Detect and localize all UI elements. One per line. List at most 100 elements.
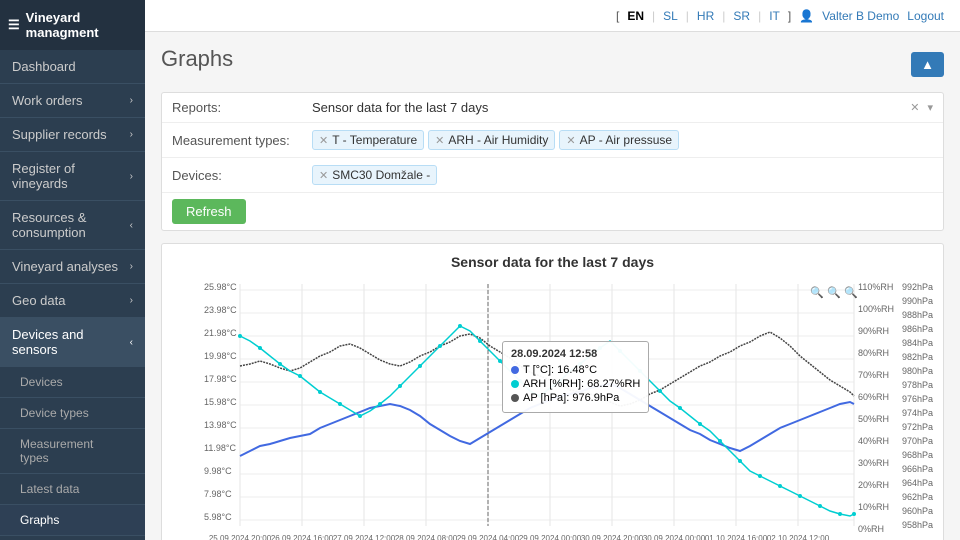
lang-bracket-close: ] [788, 9, 791, 23]
svg-text:9.98°C: 9.98°C [204, 466, 232, 476]
svg-text:29.09.2024 04:00: 29.09.2024 04:00 [457, 534, 520, 540]
sidebar-item-label: Vineyard analyses [12, 259, 118, 274]
svg-text:11.98°C: 11.98°C [204, 443, 236, 453]
svg-text:15.98°C: 15.98°C [204, 397, 237, 407]
sidebar-subitem-device-types[interactable]: Device types [0, 398, 145, 429]
devices-row: Devices: ✕ SMC30 Domžale - [162, 158, 943, 193]
lang-hr[interactable]: HR [697, 9, 714, 23]
y-axis-left: 25.98°C 23.98°C 21.98°C 19.98°C 17.98°C … [204, 282, 237, 522]
measurement-field: ✕ T - Temperature ✕ ARH - Air Humidity ✕… [312, 130, 933, 150]
reports-label: Reports: [172, 100, 312, 115]
tag-remove-icon[interactable]: ✕ [566, 134, 575, 147]
lang-en[interactable]: EN [627, 9, 644, 23]
sidebar-item-vineyard-analyses[interactable]: Vineyard analyses › [0, 250, 145, 284]
sidebar-item-label: Register of vineyards [12, 161, 130, 191]
svg-text:21.98°C: 21.98°C [204, 328, 237, 338]
tag-label: SMC30 Domžale - [332, 168, 430, 182]
sidebar-item-resources[interactable]: Resources & consumption ‹ [0, 201, 145, 250]
chevron-right-icon: › [130, 171, 133, 182]
reports-row: Reports: Sensor data for the last 7 days… [162, 93, 943, 123]
sidebar-item-dashboard[interactable]: Dashboard [0, 50, 145, 84]
page-content: Graphs ▲ Reports: Sensor data for the la… [145, 32, 960, 540]
chart-title: Sensor data for the last 7 days [172, 254, 933, 270]
svg-text:27.09.2024 12:00: 27.09.2024 12:00 [333, 534, 396, 540]
tag-remove-icon[interactable]: ✕ [319, 134, 328, 147]
sidebar-item-maps[interactable]: Maps [0, 536, 145, 540]
tag-label: ARH - Air Humidity [448, 133, 548, 147]
refresh-row: Refresh [162, 193, 943, 230]
menu-icon[interactable]: ☰ [8, 17, 20, 33]
sidebar-subitem-label: Devices [20, 375, 63, 389]
svg-text:10%RH: 10%RH [858, 502, 889, 512]
reports-field: Sensor data for the last 7 days ✕ ▾ [312, 100, 933, 115]
tag-label: T - Temperature [332, 133, 417, 147]
sidebar-item-label: Devices and sensors [12, 327, 130, 357]
user-name[interactable]: Valter B Demo [822, 9, 899, 23]
svg-text:20%RH: 20%RH [858, 480, 889, 490]
chart-svg[interactable]: 25.98°C 23.98°C 21.98°C 19.98°C 17.98°C … [172, 276, 952, 540]
sidebar-header: ☰ Vineyard managment [0, 0, 145, 50]
sidebar-item-register-vineyards[interactable]: Register of vineyards › [0, 152, 145, 201]
chart-wrap: 25.98°C 23.98°C 21.98°C 19.98°C 17.98°C … [172, 276, 933, 540]
ap-line [240, 332, 854, 406]
chart-toolbar[interactable]: 🔍 🔍 🔍 [810, 285, 858, 299]
lang-sl[interactable]: SL [663, 9, 678, 23]
svg-text:978hPa: 978hPa [902, 380, 933, 390]
sidebar-subitem-label: Device types [20, 406, 89, 420]
sidebar-subitem-graphs[interactable]: Graphs [0, 505, 145, 536]
sidebar: ☰ Vineyard managment Dashboard Work orde… [0, 0, 145, 540]
svg-text:968hPa: 968hPa [902, 450, 933, 460]
device-tag-0: ✕ SMC30 Domžale - [312, 165, 437, 185]
svg-text:982hPa: 982hPa [902, 352, 933, 362]
sidebar-item-work-orders[interactable]: Work orders › [0, 84, 145, 118]
svg-text:80%RH: 80%RH [858, 348, 889, 358]
svg-text:19.98°C: 19.98°C [204, 351, 237, 361]
measurement-label: Measurement types: [172, 133, 312, 148]
reports-clear-icon[interactable]: ✕ [910, 101, 919, 114]
sidebar-subitem-measurement-types[interactable]: Measurement types [0, 429, 145, 474]
lang-bracket-open: [ [616, 9, 619, 23]
lang-it[interactable]: IT [769, 9, 780, 23]
tag-remove-icon[interactable]: ✕ [319, 169, 328, 182]
lang-sr[interactable]: SR [733, 9, 750, 23]
logout-link[interactable]: Logout [907, 9, 944, 23]
reports-dropdown-icon[interactable]: ▾ [927, 101, 933, 114]
main-content: [ EN | SL | HR | SR | IT ] 👤 Valter B De… [145, 0, 960, 540]
chevron-right-icon: › [130, 261, 133, 272]
app-title: Vineyard managment [26, 10, 137, 40]
temperature-line [240, 384, 854, 456]
user-icon: 👤 [799, 9, 814, 23]
svg-text:960hPa: 960hPa [902, 506, 933, 516]
sidebar-item-supplier-records[interactable]: Supplier records › [0, 118, 145, 152]
humidity-line [240, 326, 854, 516]
svg-text:29.09.2024 00:00: 29.09.2024 00:00 [519, 534, 582, 540]
svg-text:90%RH: 90%RH [858, 326, 889, 336]
sidebar-item-devices-sensors[interactable]: Devices and sensors ‹ [0, 318, 145, 367]
humidity-dots [238, 324, 856, 516]
measurement-tag-0: ✕ T - Temperature [312, 130, 424, 150]
sidebar-item-label: Supplier records [12, 127, 107, 142]
collapse-button[interactable]: ▲ [911, 52, 944, 77]
sidebar-subitem-devices[interactable]: Devices [0, 367, 145, 398]
chevron-down-icon: ‹ [130, 337, 133, 348]
tag-remove-icon[interactable]: ✕ [435, 134, 444, 147]
grid-lines [240, 290, 854, 520]
chevron-right-icon: › [130, 295, 133, 306]
page-title: Graphs [161, 46, 233, 72]
svg-text:50%RH: 50%RH [858, 414, 889, 424]
sidebar-item-geo-data[interactable]: Geo data › [0, 284, 145, 318]
sidebar-subitem-latest-data[interactable]: Latest data [0, 474, 145, 505]
sidebar-item-label: Resources & consumption [12, 210, 130, 240]
measurement-row: Measurement types: ✕ T - Temperature ✕ A… [162, 123, 943, 158]
devices-field: ✕ SMC30 Domžale - [312, 165, 933, 185]
svg-text:980hPa: 980hPa [902, 366, 933, 376]
reports-panel: Reports: Sensor data for the last 7 days… [161, 92, 944, 231]
svg-text:964hPa: 964hPa [902, 478, 933, 488]
svg-text:17.98°C: 17.98°C [204, 374, 237, 384]
sidebar-item-label: Geo data [12, 293, 66, 308]
refresh-button[interactable]: Refresh [172, 199, 246, 224]
svg-text:5.98°C: 5.98°C [204, 512, 232, 522]
sidebar-item-label: Work orders [12, 93, 83, 108]
svg-text:25.09.2024 20:00: 25.09.2024 20:00 [209, 534, 272, 540]
x-axis-labels: 25.09.2024 20:00 26.09.2024 16:00 27.09.… [209, 534, 830, 540]
